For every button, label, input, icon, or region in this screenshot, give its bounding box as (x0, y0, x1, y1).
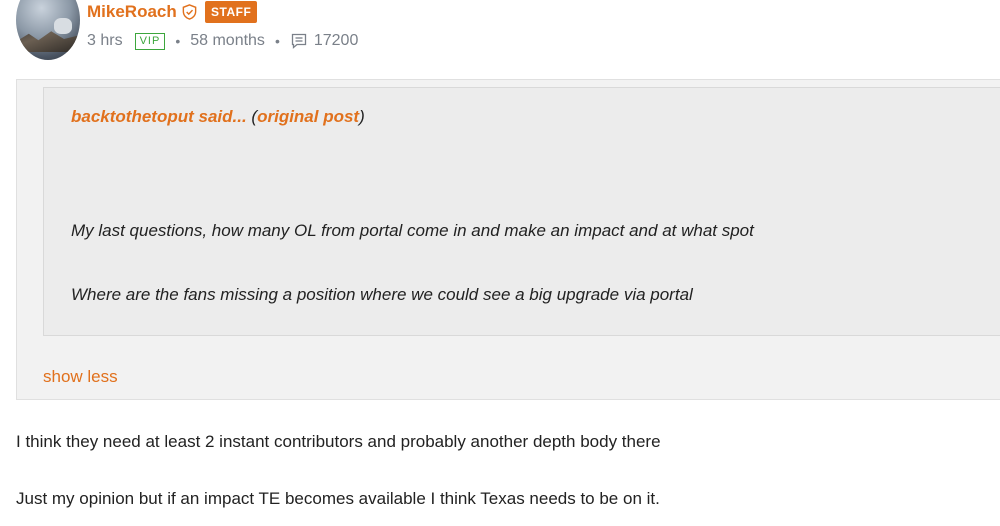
staff-badge: STAFF (205, 1, 258, 23)
member-duration: 58 months (190, 32, 265, 49)
post-count: 17200 (313, 32, 359, 49)
separator-dot: • (274, 33, 280, 49)
separator-dot: • (175, 33, 181, 49)
post-time[interactable]: 3 hrs (87, 32, 123, 50)
quote-content: backtothetoput said... (original post) M… (43, 87, 1000, 336)
username-link[interactable]: MikeRoach (87, 2, 177, 22)
quote-line: Where are the fans missing a position wh… (71, 285, 693, 304)
original-post-link[interactable]: original post (257, 107, 359, 126)
avatar-figure (54, 18, 72, 34)
paren-close: ) (359, 107, 365, 126)
post-body-line: I think they need at least 2 instant con… (16, 432, 661, 451)
message-count-icon (291, 33, 306, 49)
avatar[interactable] (16, 0, 80, 60)
quote-attribution: backtothetoput said... (original post) (71, 107, 365, 127)
quote-author[interactable]: backtothetoput said... (71, 107, 247, 126)
show-less-button[interactable]: show less (43, 367, 118, 387)
post-body-line: Just my opinion but if an impact TE beco… (16, 489, 660, 508)
post-meta: 3 hrs VIP • 58 months • 17200 (87, 30, 358, 52)
quote-line: My last questions, how many OL from port… (71, 221, 754, 240)
quote-block: backtothetoput said... (original post) M… (16, 79, 1000, 400)
vip-badge: VIP (134, 32, 166, 50)
shield-check-icon (182, 4, 197, 20)
